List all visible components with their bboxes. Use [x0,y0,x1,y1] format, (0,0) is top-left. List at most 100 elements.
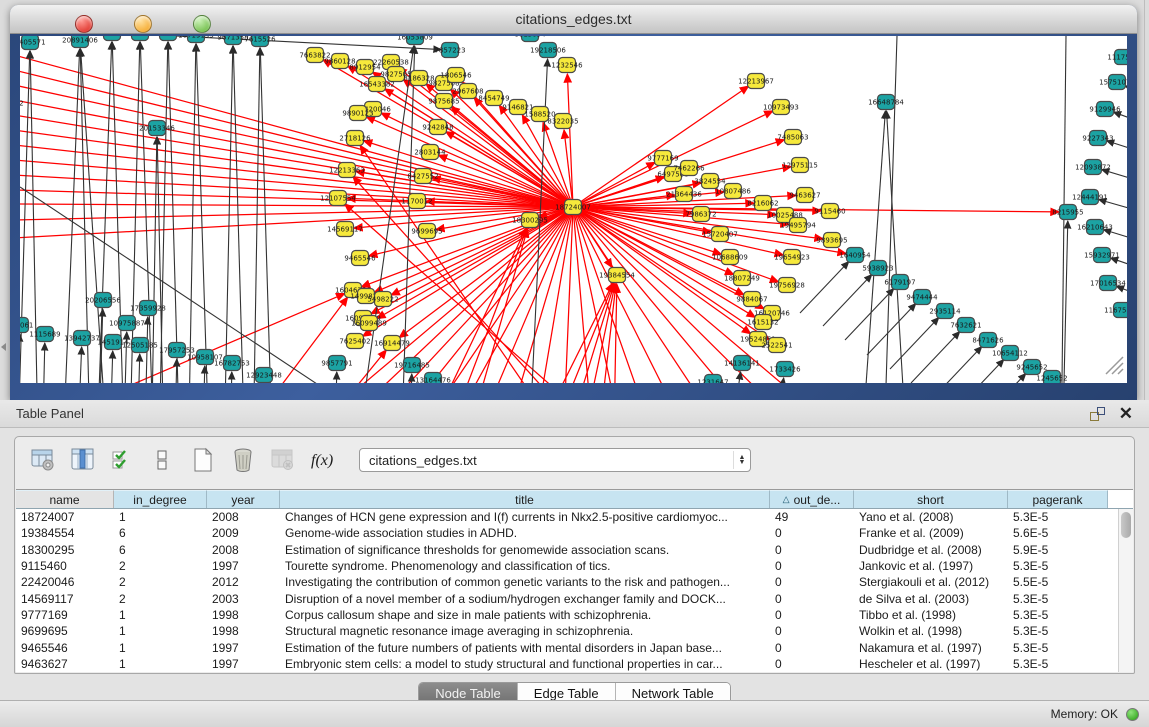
network-node-selected[interactable]: 12975115 [782,158,818,173]
network-node[interactable]: 9474444 [906,290,938,305]
network-node[interactable]: 1245652 [1036,371,1067,384]
column-header-year[interactable]: year [207,490,280,508]
selected-edge[interactable] [225,207,573,383]
network-node[interactable]: 13942737 [64,331,100,346]
close-panel-icon[interactable]: ✕ [1119,404,1133,424]
edge[interactable] [125,42,140,383]
network-node-selected[interactable]: 10807486 [715,184,751,199]
selected-edge[interactable] [60,207,573,383]
edge[interactable] [823,275,872,326]
selected-edge[interactable] [610,284,617,383]
selected-edge[interactable] [90,297,348,383]
edge[interactable] [250,48,260,383]
network-node[interactable]: 7615526 [244,36,276,47]
network-node[interactable]: 14136141 [724,356,760,371]
column-header-in_degree[interactable]: in_degree [114,490,207,508]
network-canvas[interactable]: 1872400718300295193845547663822986012889… [20,36,1127,383]
network-node[interactable]: 7857223 [434,43,465,58]
network-node[interactable]: 20153346 [139,121,175,136]
float-panel-icon[interactable] [1090,407,1105,421]
table-row[interactable]: 977716911998Corpus callosum shape and si… [16,607,1133,623]
edge[interactable] [185,44,196,383]
select-checks-icon[interactable] [109,446,137,474]
panel-collapse-arrow-icon[interactable] [1,343,6,351]
network-node-selected[interactable]: 2803144 [414,145,446,160]
minimize-traffic-light-icon[interactable] [134,15,152,33]
table-row[interactable]: 1938455462009Genome-wide association stu… [16,525,1133,541]
table-row[interactable]: 1830029562008Estimation of significance … [16,542,1133,558]
edge[interactable] [330,372,337,383]
network-node[interactable]: 9245652 [1016,360,1047,375]
edge[interactable] [1113,112,1127,129]
new-document-icon[interactable] [189,446,217,474]
table-row[interactable]: 969969511998Structural magnetic resonanc… [16,623,1133,639]
network-node-selected[interactable]: 7625402 [339,334,370,349]
table-row[interactable]: 2242004622012Investigating the contribut… [16,574,1133,590]
edge[interactable] [140,42,160,383]
selected-edge[interactable] [573,207,1010,383]
selected-edge[interactable] [363,207,573,336]
network-node[interactable]: 1405571 [20,36,46,50]
network-node[interactable]: 1231647 [697,375,728,384]
edge[interactable] [1116,286,1127,303]
network-node[interactable]: 16648784 [868,95,904,110]
edge[interactable] [170,359,177,383]
edge[interactable] [1102,170,1127,187]
network-node[interactable]: 12923448 [246,368,282,383]
network-node[interactable]: 16210643 [1077,220,1113,235]
edge[interactable] [198,366,205,383]
network-node[interactable]: 20891406 [62,36,98,48]
edge[interactable] [168,42,185,383]
network-node[interactable]: 10719155 [178,36,214,43]
network-node-selected[interactable]: 1232546 [551,58,583,73]
selected-edge[interactable] [446,132,573,207]
network-node[interactable]: 15932971 [1084,248,1120,263]
table-row[interactable]: 1872400712008Changes of HCN gene express… [16,509,1133,525]
edge[interactable] [800,262,849,313]
edge[interactable] [132,354,140,383]
network-node[interactable]: 7632621 [950,318,981,333]
edge[interactable] [112,42,130,383]
network-node[interactable]: 19218506 [530,43,566,58]
edge[interactable] [1125,86,1127,102]
trash-icon[interactable] [229,446,257,474]
network-node-selected[interactable]: 9699695 [411,224,442,239]
network-node-selected[interactable]: 12213967 [738,74,774,89]
column-header-short[interactable]: short [854,490,1008,508]
network-node[interactable]: 10654112 [992,346,1028,361]
table-columns-icon[interactable] [69,446,97,474]
network-node-selected[interactable]: 9893695 [816,233,847,248]
network-node[interactable]: 9129946 [1089,102,1121,117]
edge[interactable] [38,343,45,383]
edge[interactable] [1104,230,1127,247]
network-window-titlebar[interactable]: citations_edges.txt [10,5,1137,34]
vertical-scrollbar[interactable] [1118,509,1133,672]
edge[interactable] [955,360,1004,383]
network-node-selected[interactable]: 2718126 [339,131,371,146]
table-selector-dropdown[interactable]: citations_edges.txt ▲▼ [359,448,751,472]
network-node-selected[interactable]: 7485063 [777,130,808,145]
network-node[interactable]: 2935114 [929,304,961,319]
column-header-name[interactable]: name [16,490,114,508]
network-node-selected[interactable]: 14569117 [327,222,363,237]
edge[interactable] [260,48,278,383]
edge[interactable] [104,351,113,383]
edge[interactable] [977,374,1026,383]
split-rows-icon[interactable] [149,446,177,474]
edge[interactable] [196,44,215,383]
table-row[interactable]: 946554611997Estimation of the future num… [16,639,1133,655]
table-row[interactable]: 946362711997Embryonic stem cells: a mode… [16,656,1133,672]
network-node[interactable]: 16053809 [397,36,433,45]
network-node-selected[interactable]: 19756928 [769,278,805,293]
edge[interactable] [1099,199,1127,217]
network-node[interactable]: 1055372 [20,96,24,111]
selected-edge[interactable] [20,207,573,238]
network-node[interactable]: 8215955 [1052,205,1083,220]
scrollbar-thumb[interactable] [1121,512,1131,538]
edge[interactable] [867,304,916,355]
network-node[interactable]: 1640954 [839,248,871,263]
column-header-title[interactable]: title [280,490,770,508]
network-node-selected[interactable]: 3824554 [694,174,726,189]
close-traffic-light-icon[interactable] [75,15,93,33]
network-node-selected[interactable]: 12213363 [329,163,365,178]
